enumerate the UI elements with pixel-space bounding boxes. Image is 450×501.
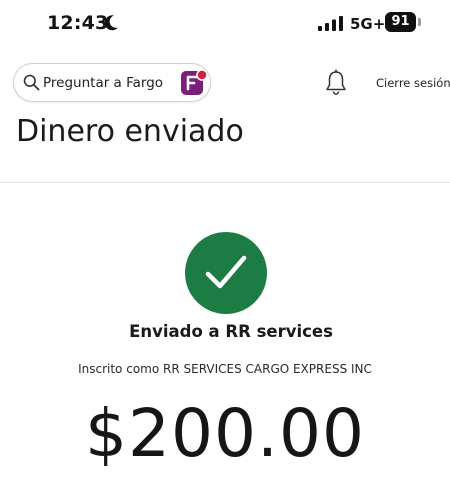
network-type: 5G+ bbox=[350, 15, 386, 33]
fargo-logo-icon bbox=[181, 69, 208, 95]
moon-icon bbox=[104, 15, 118, 31]
check-icon bbox=[205, 255, 247, 289]
header-divider bbox=[0, 182, 450, 183]
battery-tip bbox=[418, 18, 421, 26]
signal-icon bbox=[318, 16, 343, 31]
search-icon bbox=[23, 74, 40, 91]
success-badge bbox=[185, 232, 267, 314]
page-title: Dinero enviado bbox=[16, 114, 244, 149]
search-placeholder: Preguntar a Fargo bbox=[43, 75, 164, 91]
sent-amount: $200.00 bbox=[85, 395, 365, 472]
signout-link[interactable]: Cierre sesión bbox=[376, 76, 450, 90]
recipient-heading: Enviado a RR services bbox=[129, 322, 333, 341]
enrolled-name: Inscrito como RR SERVICES CARGO EXPRESS … bbox=[78, 362, 372, 376]
status-time: 12:43 bbox=[47, 12, 109, 34]
payment-confirmation-screen: 12:43 5G+ 91 Preguntar a Fargo Cierre se… bbox=[0, 0, 450, 501]
bell-icon[interactable] bbox=[325, 69, 347, 96]
battery-level: 91 bbox=[385, 12, 416, 32]
ask-fargo-search[interactable]: Preguntar a Fargo bbox=[13, 63, 211, 102]
status-bar: 12:43 5G+ 91 bbox=[0, 0, 450, 48]
